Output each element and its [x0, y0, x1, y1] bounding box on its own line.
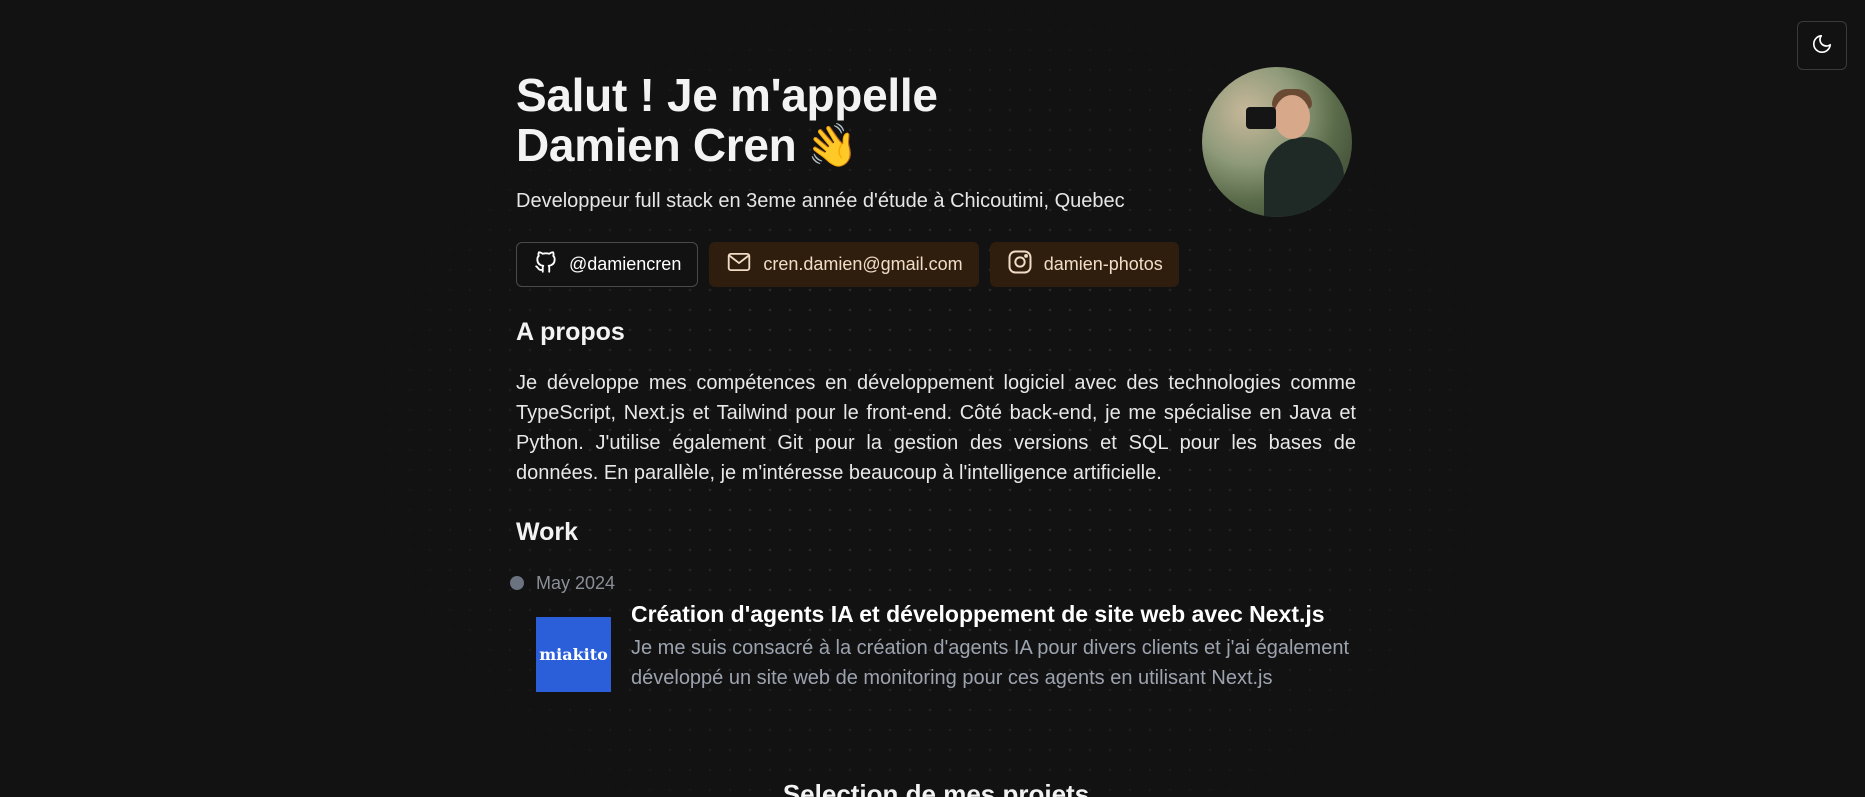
- work-date: May 2024: [536, 573, 616, 593]
- hero-subtitle: Developpeur full stack en 3eme année d'é…: [516, 190, 1125, 212]
- about-text: Je développe mes compétences en développ…: [516, 372, 1356, 484]
- timeline-dot: [510, 576, 524, 590]
- mail-icon: [725, 249, 753, 280]
- hero-title-line2: Damien Cren: [516, 119, 797, 171]
- moon-icon: [1811, 33, 1833, 58]
- email-link[interactable]: cren.damien@gmail.com: [709, 242, 979, 287]
- instagram-icon: [1006, 248, 1034, 281]
- about-heading: A propos: [516, 318, 625, 346]
- theme-toggle-button[interactable]: [1797, 21, 1847, 70]
- github-link[interactable]: @damiencren: [516, 242, 699, 287]
- work-heading: Work: [516, 518, 579, 546]
- email-address: cren.damien@gmail.com: [763, 254, 963, 274]
- waving-hand-icon: 👋: [802, 118, 863, 175]
- company-logo: miakito: [536, 617, 611, 692]
- hero-title: Salut ! Je m'appelle Damien Cren 👋: [516, 69, 1076, 174]
- github-handle: @damiencren: [569, 254, 682, 274]
- work-title: Création d'agents IA et développement de…: [631, 601, 1325, 627]
- contact-links: @damiencren cren.damien@gmail.com damien…: [516, 242, 1179, 287]
- instagram-link[interactable]: damien-photos: [989, 242, 1179, 287]
- instagram-handle: damien-photos: [1043, 254, 1163, 274]
- avatar: [1202, 67, 1352, 217]
- hero-title-line1: Salut ! Je m'appelle: [516, 69, 938, 121]
- github-icon: [533, 249, 559, 280]
- projects-heading: Selection de mes projets: [782, 779, 1090, 797]
- company-logo-text: miakito: [539, 645, 608, 664]
- work-description: Je me suis consacré à la création d'agen…: [631, 637, 1350, 689]
- portfolio-page: Salut ! Je m'appelle Damien Cren 👋 Develo…: [0, 0, 1865, 797]
